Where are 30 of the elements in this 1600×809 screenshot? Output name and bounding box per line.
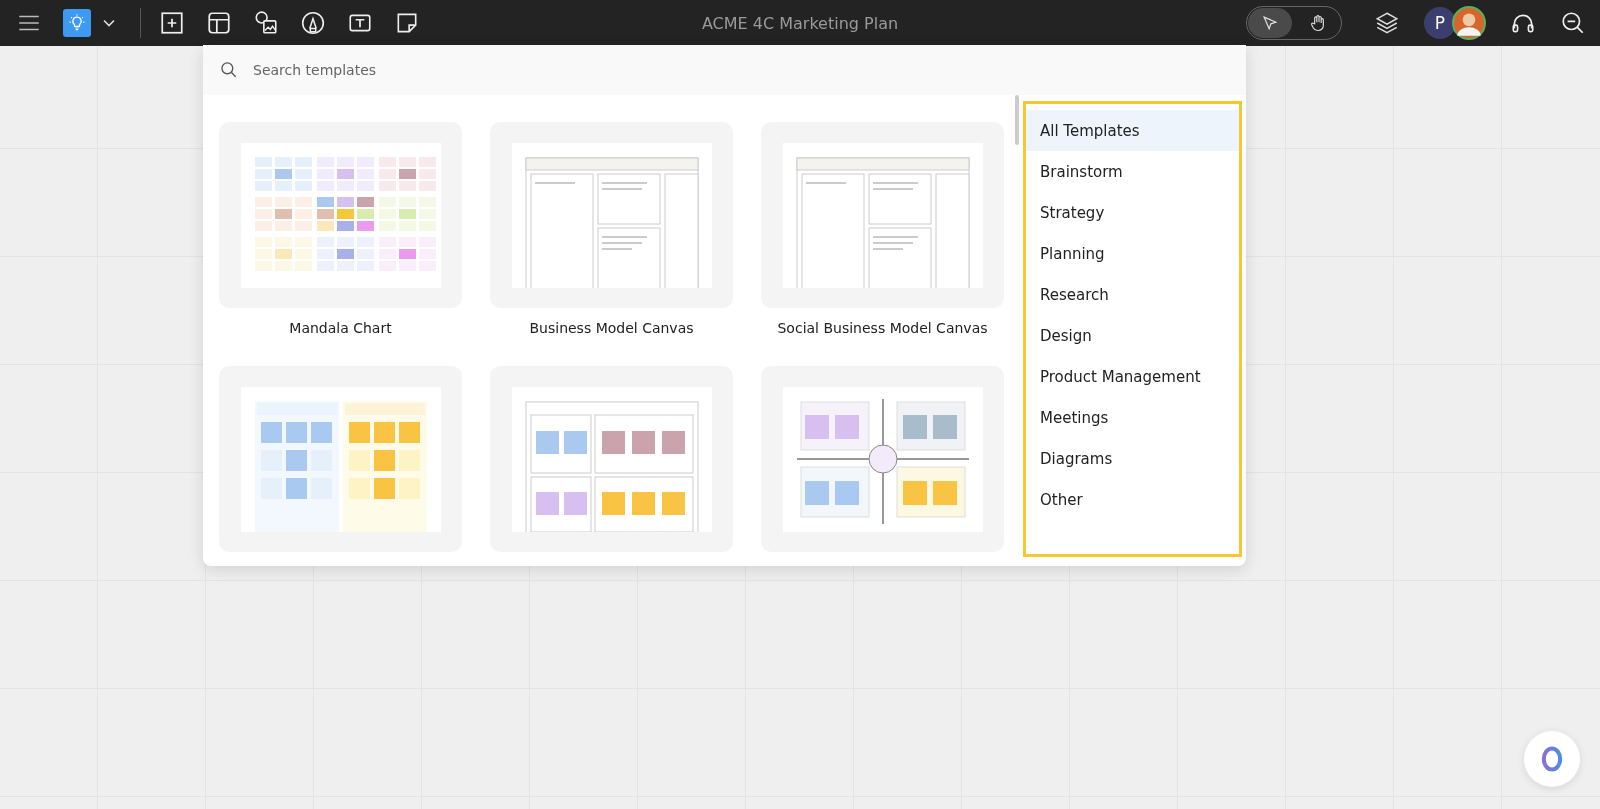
category-item[interactable]: Other — [1026, 479, 1239, 520]
pen-icon[interactable] — [300, 10, 326, 36]
template-name: Social Business Model Canvas — [777, 320, 988, 336]
board-title: ACME 4C Marketing Plan — [701, 13, 899, 33]
category-item[interactable]: Brainstorm — [1026, 151, 1239, 192]
ideas-button[interactable] — [63, 9, 91, 37]
category-item[interactable]: Meetings — [1026, 397, 1239, 438]
add-frame-icon[interactable] — [159, 10, 185, 36]
user-avatar[interactable]: P — [1424, 6, 1456, 39]
cursor-icon — [1260, 13, 1280, 33]
category-item[interactable]: All Templates — [1026, 110, 1239, 151]
layers-icon[interactable] — [1374, 10, 1400, 36]
user-avatar[interactable] — [1452, 5, 1486, 40]
image-icon[interactable] — [253, 10, 279, 36]
category-item[interactable]: Planning — [1026, 233, 1239, 274]
template-name: Mandala Chart — [289, 320, 392, 336]
category-item[interactable]: Product Management — [1026, 356, 1239, 397]
search-bar[interactable]: Search templates — [203, 45, 1246, 95]
category-item[interactable]: Design — [1026, 315, 1239, 356]
zoom-out-icon[interactable] — [1560, 10, 1586, 36]
assistant-button[interactable] — [1524, 731, 1580, 787]
category-item[interactable]: Research — [1026, 274, 1239, 315]
template-name: Business Model Canvas — [529, 320, 694, 336]
search-icon — [219, 60, 239, 80]
lightbulb-icon — [67, 13, 87, 33]
layout-icon[interactable] — [206, 10, 232, 36]
category-item[interactable]: Diagrams — [1026, 438, 1239, 479]
category-item[interactable]: Strategy — [1026, 192, 1239, 233]
search-field[interactable]: Search templates — [251, 61, 1230, 79]
select-tool-button[interactable] — [1248, 8, 1292, 38]
